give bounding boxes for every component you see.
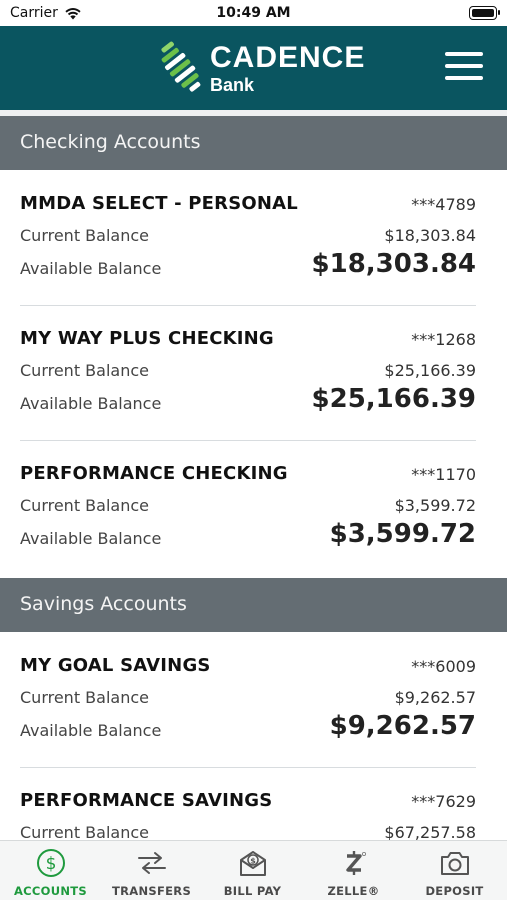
hamburger-menu-icon[interactable] <box>445 52 483 82</box>
camera-icon <box>440 852 469 875</box>
bottom-tab-bar: $ ACCOUNTS TRANSFERS $ BILL PAY ZELLE® D… <box>0 840 507 900</box>
account-number: ***7629 <box>411 792 476 811</box>
section-header-checking: Checking Accounts <box>0 116 507 170</box>
section-title: Checking Accounts <box>20 131 201 153</box>
available-balance-value: $25,166.39 <box>311 384 476 414</box>
account-row[interactable]: MMDA SELECT - PERSONAL ***4789 Current B… <box>0 170 507 306</box>
tab-label: ACCOUNTS <box>13 884 88 898</box>
account-row[interactable]: PERFORMANCE CHECKING ***1170 Current Bal… <box>0 440 507 576</box>
tab-accounts[interactable]: $ ACCOUNTS <box>0 841 101 900</box>
available-balance-label: Available Balance <box>20 259 162 278</box>
available-balance-value: $9,262.57 <box>329 711 476 741</box>
account-name: MY WAY PLUS CHECKING <box>20 328 274 349</box>
brand-name: CADENCE <box>210 41 366 74</box>
available-balance-value: $3,599.72 <box>329 519 476 549</box>
status-bar: Carrier 10:49 AM <box>0 0 507 26</box>
cadence-bank-logo: CADENCE Bank <box>160 38 365 96</box>
battery-icon <box>469 6 500 20</box>
tab-zelle[interactable]: ZELLE® <box>303 841 404 900</box>
current-balance-label: Current Balance <box>20 823 149 840</box>
section-header-savings: Savings Accounts <box>0 578 507 632</box>
account-name: MY GOAL SAVINGS <box>20 655 211 676</box>
account-number: ***6009 <box>411 657 476 676</box>
clock: 10:49 AM <box>216 5 291 21</box>
account-row[interactable]: MY WAY PLUS CHECKING ***1268 Current Bal… <box>0 305 507 441</box>
current-balance-label: Current Balance <box>20 688 149 707</box>
current-balance-value: $9,262.57 <box>394 688 476 707</box>
available-balance-label: Available Balance <box>20 529 162 548</box>
tab-transfers[interactable]: TRANSFERS <box>101 841 202 900</box>
account-number: ***1268 <box>411 330 476 349</box>
app-header: CADENCE Bank <box>0 26 507 110</box>
tab-bill-pay[interactable]: $ BILL PAY <box>202 841 303 900</box>
tab-label: ZELLE® <box>327 884 380 898</box>
dollar-circle-icon: $ <box>36 849 65 877</box>
current-balance-value: $67,257.58 <box>384 823 476 840</box>
current-balance-label: Current Balance <box>20 361 149 380</box>
svg-text:$: $ <box>45 854 56 874</box>
tab-label: BILL PAY <box>223 884 282 898</box>
available-balance-label: Available Balance <box>20 721 162 740</box>
tab-deposit[interactable]: DEPOSIT <box>404 841 505 900</box>
account-name: MMDA SELECT - PERSONAL <box>20 193 298 214</box>
current-balance-label: Current Balance <box>20 226 149 245</box>
account-number: ***1170 <box>411 465 476 484</box>
account-row[interactable]: PERFORMANCE SAVINGS ***7629 Current Bala… <box>0 767 507 840</box>
current-balance-value: $18,303.84 <box>384 226 476 245</box>
tab-label: DEPOSIT <box>425 884 484 898</box>
current-balance-value: $25,166.39 <box>384 361 476 380</box>
account-name: PERFORMANCE CHECKING <box>20 463 288 484</box>
account-number: ***4789 <box>411 195 476 214</box>
account-row[interactable]: MY GOAL SAVINGS ***6009 Current Balance … <box>0 632 507 768</box>
cadence-leaf-icon <box>161 41 201 92</box>
current-balance-value: $3,599.72 <box>394 496 476 515</box>
zelle-icon <box>345 851 366 875</box>
tab-label: TRANSFERS <box>111 884 192 898</box>
available-balance-value: $18,303.84 <box>311 249 476 279</box>
svg-text:$: $ <box>250 857 256 866</box>
section-title: Savings Accounts <box>20 593 187 615</box>
account-name: PERFORMANCE SAVINGS <box>20 790 273 811</box>
current-balance-label: Current Balance <box>20 496 149 515</box>
transfer-arrows-icon <box>137 852 166 874</box>
brand-subtitle: Bank <box>210 75 255 95</box>
available-balance-label: Available Balance <box>20 394 162 413</box>
bill-envelope-icon: $ <box>239 851 266 876</box>
